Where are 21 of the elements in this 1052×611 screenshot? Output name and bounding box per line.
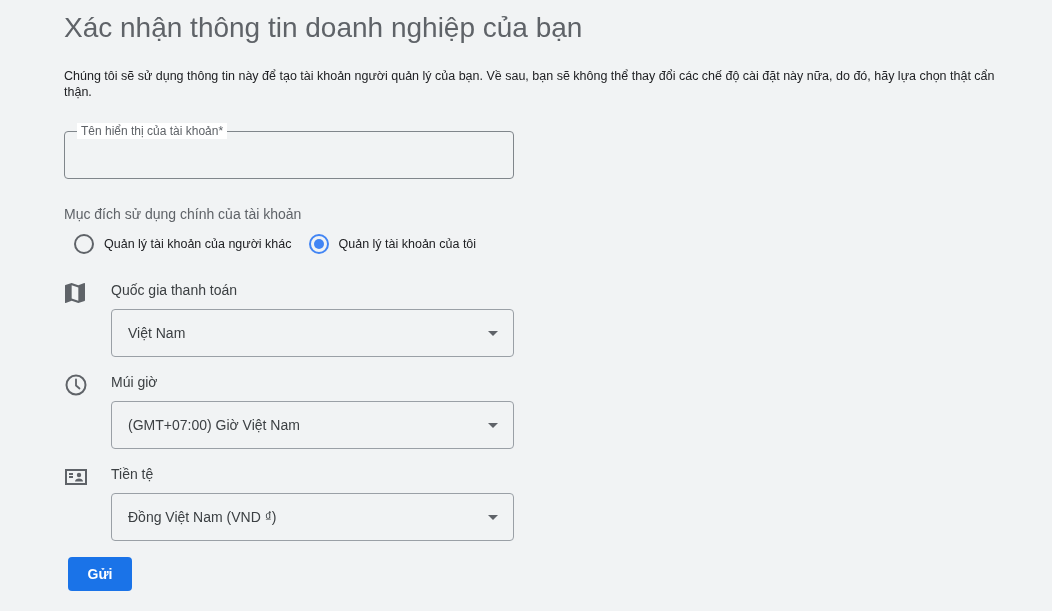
select-field[interactable]: Việt Nam: [111, 309, 514, 357]
radio-label[interactable]: Quản lý tài khoản của tôi: [338, 234, 477, 254]
dropdown-caret-icon: [488, 514, 498, 520]
submit-button[interactable]: Gửi: [68, 557, 132, 591]
setting-label: Quốc gia thanh toán: [111, 281, 239, 300]
radio-label[interactable]: Quản lý tài khoản của người khác: [104, 234, 292, 254]
clock-icon: [65, 374, 87, 396]
banknote-icon: [65, 469, 87, 485]
group-label: Mục đích sử dụng chính của tài khoản: [64, 205, 303, 224]
setting-label: Múi giờ: [111, 373, 159, 392]
dropdown-caret-icon: [488, 330, 498, 336]
setting-label: Tiền tệ: [111, 465, 155, 484]
select-field[interactable]: (GMT+07:00) Giờ Việt Nam: [111, 401, 514, 449]
page-title: Xác nhận thông tin doanh nghiệp của bạn: [64, 11, 584, 45]
description-text: Chúng tôi sẽ sử dụng thông tin này để tạo tài khoản người quản lý của bạn. Về sau, bạn sẽ không thể thay đổi các chế độ cài đặt này nữa, do đó, hãy lựa chọn thật cẩn thận.: [64, 68, 996, 100]
map-icon: [65, 283, 85, 303]
dropdown-caret-icon: [488, 422, 498, 428]
field-label: Tên hiển thị của tài khoản*: [77, 123, 228, 139]
radio-button[interactable]: [74, 234, 94, 254]
radio-button[interactable]: [308, 234, 329, 254]
select-field[interactable]: Đồng Việt Nam (VND ₫): [111, 493, 514, 541]
